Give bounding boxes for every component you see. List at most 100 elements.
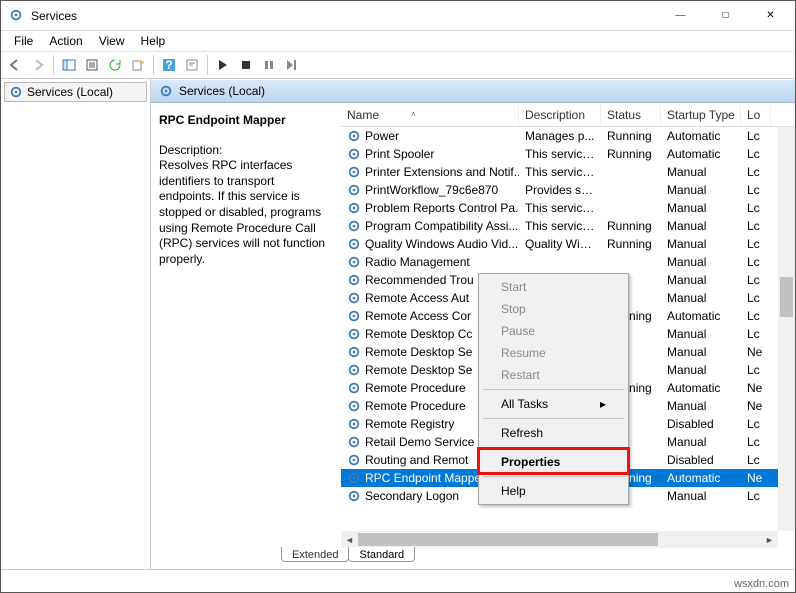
cell-logon: Lc <box>741 219 771 233</box>
service-row[interactable]: Printer Extensions and Notif...This serv… <box>341 163 795 181</box>
export-list-button[interactable] <box>127 54 149 76</box>
maximize-button[interactable]: □ <box>703 1 748 30</box>
cell-logon: Lc <box>741 273 771 287</box>
ctx-properties[interactable]: Properties <box>481 451 626 473</box>
tree-node-services-local[interactable]: Services (Local) <box>4 82 147 102</box>
cell-name: Radio Management <box>341 255 519 269</box>
gear-icon <box>347 237 361 251</box>
cell-startup: Automatic <box>661 309 741 323</box>
service-row[interactable]: Problem Reports Control Pa...This servic… <box>341 199 795 217</box>
ctx-all-tasks[interactable]: All Tasks▸ <box>481 393 626 415</box>
detail-pane: RPC Endpoint Mapper Description: Resolve… <box>151 103 341 548</box>
cell-startup: Manual <box>661 363 741 377</box>
service-row[interactable]: Print SpoolerThis service ...RunningAuto… <box>341 145 795 163</box>
scrollbar-thumb[interactable] <box>358 533 658 546</box>
cell-startup: Automatic <box>661 381 741 395</box>
restart-service-button[interactable] <box>281 54 303 76</box>
cell-status: Running <box>601 219 661 233</box>
cell-logon: Lc <box>741 453 771 467</box>
cell-name: Printer Extensions and Notif... <box>341 165 519 179</box>
pause-service-button[interactable] <box>258 54 280 76</box>
status-bar <box>1 569 795 589</box>
ctx-start[interactable]: Start <box>481 276 626 298</box>
service-row[interactable]: PrintWorkflow_79c6e870Provides su...Manu… <box>341 181 795 199</box>
description-label: Description: <box>159 143 333 159</box>
cell-logon: Lc <box>741 255 771 269</box>
cell-description: Quality Win... <box>519 237 601 251</box>
cell-startup: Manual <box>661 201 741 215</box>
tab-standard[interactable]: Standard <box>348 547 415 562</box>
start-service-button[interactable] <box>212 54 234 76</box>
help-button[interactable]: ? <box>158 54 180 76</box>
cell-logon: Ne <box>741 381 771 395</box>
col-name[interactable]: Name˄ <box>341 103 519 126</box>
cell-startup: Manual <box>661 273 741 287</box>
view-tabs: Extended Standard <box>151 547 795 569</box>
tab-extended[interactable]: Extended <box>281 547 349 562</box>
service-row[interactable]: Radio ManagementManualLc <box>341 253 795 271</box>
title-bar: Services — □ ✕ <box>1 1 795 31</box>
cell-logon: Lc <box>741 129 771 143</box>
col-status[interactable]: Status <box>601 103 661 126</box>
col-log-on-as[interactable]: Lo <box>741 103 771 126</box>
ctx-restart[interactable]: Restart <box>481 364 626 386</box>
cell-description: Manages p... <box>519 129 601 143</box>
separator <box>483 447 624 448</box>
scroll-left-icon[interactable]: ◄ <box>341 531 358 548</box>
service-row[interactable]: PowerManages p...RunningAutomaticLc <box>341 127 795 145</box>
cell-description: This service ... <box>519 165 601 179</box>
service-row[interactable]: Quality Windows Audio Vid...Quality Win.… <box>341 235 795 253</box>
menu-help[interactable]: Help <box>134 32 173 50</box>
stop-service-button[interactable] <box>235 54 257 76</box>
cell-logon: Lc <box>741 489 771 503</box>
col-startup-type[interactable]: Startup Type <box>661 103 741 126</box>
gear-icon <box>347 183 361 197</box>
ctx-pause[interactable]: Pause <box>481 320 626 342</box>
sort-indicator-icon: ˄ <box>411 110 416 119</box>
ctx-resume[interactable]: Resume <box>481 342 626 364</box>
col-description[interactable]: Description <box>519 103 601 126</box>
gear-icon <box>347 255 361 269</box>
gear-icon <box>347 345 361 359</box>
menu-view[interactable]: View <box>92 32 132 50</box>
separator <box>483 389 624 390</box>
cell-description: Provides su... <box>519 183 601 197</box>
horizontal-scrollbar[interactable]: ◄ ► <box>341 531 778 548</box>
gear-icon <box>9 85 23 99</box>
service-row[interactable]: Program Compatibility Assi...This servic… <box>341 217 795 235</box>
show-hide-tree-button[interactable] <box>58 54 80 76</box>
toolbar: ? <box>1 51 795 79</box>
close-button[interactable]: ✕ <box>748 1 793 30</box>
minimize-button[interactable]: — <box>658 1 703 30</box>
refresh-button[interactable] <box>104 54 126 76</box>
menu-file[interactable]: File <box>7 32 40 50</box>
gear-icon <box>347 435 361 449</box>
ctx-refresh[interactable]: Refresh <box>481 422 626 444</box>
cell-startup: Automatic <box>661 147 741 161</box>
cell-logon: Lc <box>741 309 771 323</box>
gear-icon <box>347 129 361 143</box>
forward-button[interactable] <box>27 54 49 76</box>
properties-button[interactable] <box>181 54 203 76</box>
gear-icon <box>347 291 361 305</box>
cell-logon: Ne <box>741 399 771 413</box>
cell-startup: Manual <box>661 219 741 233</box>
cell-logon: Ne <box>741 345 771 359</box>
export-button[interactable] <box>81 54 103 76</box>
scroll-right-icon[interactable]: ► <box>761 531 778 548</box>
back-button[interactable] <box>4 54 26 76</box>
vertical-scrollbar[interactable] <box>778 127 795 531</box>
ctx-help[interactable]: Help <box>481 480 626 502</box>
window-title: Services <box>31 9 658 23</box>
ctx-stop[interactable]: Stop <box>481 298 626 320</box>
gear-icon <box>347 471 361 485</box>
separator <box>483 476 624 477</box>
menu-action[interactable]: Action <box>42 32 89 50</box>
cell-status: Running <box>601 147 661 161</box>
gear-icon <box>347 453 361 467</box>
description-text: Resolves RPC interfaces identifiers to t… <box>159 158 333 267</box>
cell-startup: Manual <box>661 327 741 341</box>
scrollbar-thumb[interactable] <box>780 277 793 317</box>
cell-startup: Manual <box>661 399 741 413</box>
cell-logon: Ne <box>741 471 771 485</box>
